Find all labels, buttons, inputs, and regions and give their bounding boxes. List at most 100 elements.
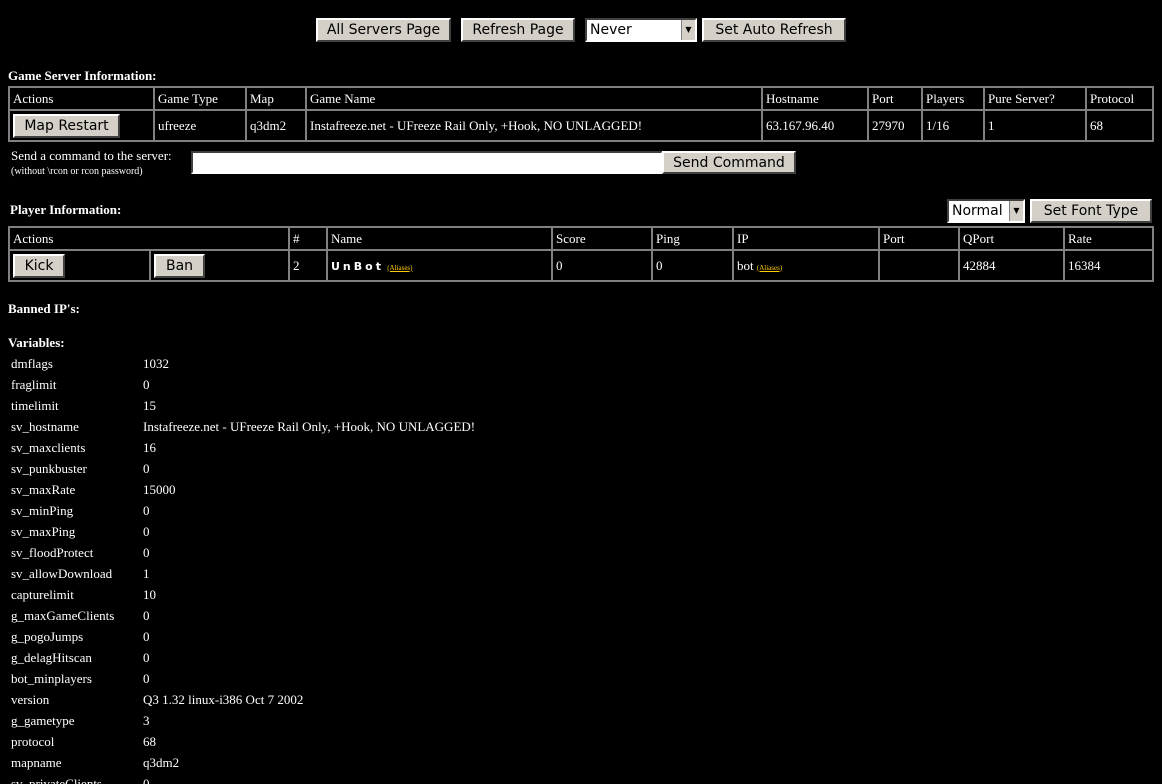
player-ip: bot (737, 257, 754, 273)
chevron-down-icon[interactable]: ▼ (1009, 201, 1023, 221)
command-hint: (without \rcon or rcon password) (11, 166, 143, 177)
variable-row: sv_punkbuster 0 (8, 458, 478, 479)
variable-name: sv_maxRate (11, 481, 76, 497)
col-header: Map (246, 87, 306, 110)
send-command-button[interactable]: Send Command (662, 151, 796, 174)
variable-value: 0 (143, 523, 150, 539)
refresh-page-button[interactable]: Refresh Page (461, 18, 575, 42)
variable-value: 1 (143, 565, 150, 581)
map-restart-button[interactable]: Map Restart (13, 113, 120, 138)
variable-row: sv_maxclients 16 (8, 437, 478, 458)
col-header: Pure Server? (984, 87, 1086, 110)
variable-name: mapname (11, 754, 62, 770)
players-cell: 1/16 (922, 110, 984, 141)
col-header: Hostname (762, 87, 868, 110)
ban-button[interactable]: Ban (154, 253, 205, 278)
kick-cell: Kick (9, 250, 150, 281)
variable-row: timelimit 15 (8, 395, 478, 416)
player-ip-cell: bot (Aliases) (733, 250, 879, 281)
font-type-select[interactable]: Normal ▼ (947, 199, 1025, 223)
player-ping-cell: 0 (652, 250, 733, 281)
variables-section-title: Variables: (8, 335, 65, 350)
variable-name: sv_maxPing (11, 523, 76, 539)
table-row: Map Restart ufreeze q3dm2 Instafreeze.ne… (9, 110, 1153, 141)
table-row: Kick Ban 2 UnBot (Aliases) 0 0 bot (Alia… (9, 250, 1153, 281)
col-header: Score (552, 227, 652, 250)
variable-name: sv_privateClients (11, 775, 102, 784)
font-type-value: Normal (952, 203, 1003, 219)
variable-row: g_pogoJumps 0 (8, 626, 478, 647)
variable-value: 0 (143, 607, 150, 623)
player-name: UnBot (331, 259, 384, 273)
variable-value: 0 (143, 670, 150, 686)
pure-server-cell: 1 (984, 110, 1086, 141)
variable-name: sv_hostname (11, 418, 79, 434)
variable-row: fraglimit 0 (8, 374, 478, 395)
auto-refresh-value: Never (590, 22, 632, 38)
map-cell: q3dm2 (246, 110, 306, 141)
player-number-cell: 2 (289, 250, 327, 281)
variable-value: 0 (143, 649, 150, 665)
player-qport-cell: 42884 (959, 250, 1064, 281)
kick-button[interactable]: Kick (13, 253, 65, 278)
variable-value: 1032 (143, 355, 169, 371)
game-type-cell: ufreeze (154, 110, 246, 141)
command-input[interactable] (191, 151, 663, 174)
variable-value: 10 (143, 586, 156, 602)
all-servers-button[interactable]: All Servers Page (316, 18, 451, 42)
server-table-header: Actions Game Type Map Game Name Hostname… (9, 87, 1153, 110)
variable-row: dmflags 1032 (8, 353, 478, 374)
variable-name: g_maxGameClients (11, 607, 115, 623)
game-name-cell: Instafreeze.net - UFreeze Rail Only, +Ho… (306, 110, 762, 141)
variable-name: sv_floodProtect (11, 544, 94, 560)
variable-row: g_gametype 3 (8, 710, 478, 731)
variable-name: dmflags (11, 355, 53, 371)
col-header: Game Type (154, 87, 246, 110)
variable-value: Q3 1.32 linux-i386 Oct 7 2002 (143, 691, 304, 707)
player-port-cell (879, 250, 959, 281)
chevron-down-icon[interactable]: ▼ (681, 20, 695, 40)
player-section-title: Player Information: (10, 202, 122, 217)
server-table: Actions Game Type Map Game Name Hostname… (8, 86, 1154, 142)
col-header: Ping (652, 227, 733, 250)
col-header: Name (327, 227, 552, 250)
variable-row: g_delagHitscan 0 (8, 647, 478, 668)
col-header: Actions (9, 227, 289, 250)
banned-section-title: Banned IP's: (8, 301, 80, 316)
server-actions-cell: Map Restart (9, 110, 154, 141)
variable-value: 0 (143, 544, 150, 560)
col-header: Game Name (306, 87, 762, 110)
variable-name: sv_minPing (11, 502, 74, 518)
player-name-cell: UnBot (Aliases) (327, 250, 552, 281)
player-score-cell: 0 (552, 250, 652, 281)
variable-value: 0 (143, 775, 150, 784)
variable-name: fraglimit (11, 376, 57, 392)
variable-row: protocol 68 (8, 731, 478, 752)
col-header: Rate (1064, 227, 1153, 250)
variable-row: sv_hostname Instafreeze.net - UFreeze Rai… (8, 416, 478, 437)
server-section-title: Game Server Information: (8, 68, 157, 83)
variable-name: sv_maxclients (11, 439, 86, 455)
variable-value: 15000 (143, 481, 176, 497)
variable-name: g_pogoJumps (11, 628, 84, 644)
variable-value: 15 (143, 397, 156, 413)
col-header: Port (879, 227, 959, 250)
set-auto-refresh-button[interactable]: Set Auto Refresh (702, 18, 846, 42)
ban-cell: Ban (150, 250, 289, 281)
variable-row: sv_maxRate 15000 (8, 479, 478, 500)
hostname-cell: 63.167.96.40 (762, 110, 868, 141)
auto-refresh-select[interactable]: Never ▼ (585, 18, 697, 42)
variable-value: 0 (143, 376, 150, 392)
variable-name: g_gametype (11, 712, 75, 728)
set-font-type-button[interactable]: Set Font Type (1030, 199, 1152, 223)
player-ip-aliases-link[interactable]: (Aliases) (757, 264, 782, 272)
player-rate-cell: 16384 (1064, 250, 1153, 281)
player-name-aliases-link[interactable]: (Aliases) (387, 264, 412, 272)
variable-name: bot_minplayers (11, 670, 92, 686)
col-header: IP (733, 227, 879, 250)
port-cell: 27970 (868, 110, 922, 141)
col-header: Protocol (1086, 87, 1153, 110)
col-header: QPort (959, 227, 1064, 250)
variable-row: sv_minPing 0 (8, 500, 478, 521)
variable-row: sv_privateClients 0 (8, 773, 478, 784)
